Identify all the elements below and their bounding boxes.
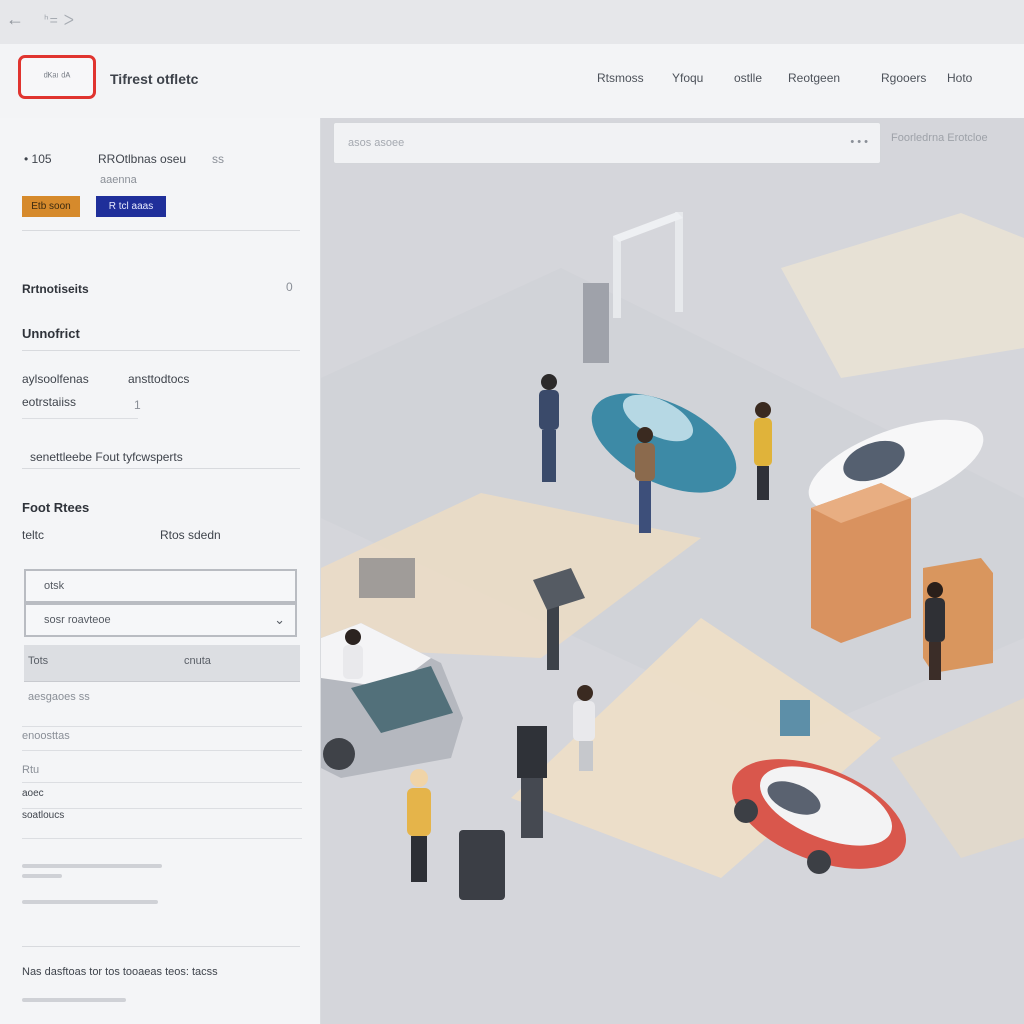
more-options-icon[interactable]: • • • — [850, 136, 868, 148]
parking-scene-illustration — [321, 118, 1024, 1024]
summary-label: Tots — [28, 655, 49, 667]
price-label: teltc — [22, 528, 45, 542]
divider — [22, 838, 302, 839]
divider — [22, 750, 302, 751]
section-title: Rrtnotiseits — [22, 282, 89, 296]
nav-item[interactable]: Reotgeen — [788, 71, 840, 85]
list-item[interactable]: Rtu — [22, 764, 39, 776]
meta-title: RROtlbnas oseu — [98, 152, 187, 166]
footer-text: Nas dasftoas tor tos tooaeas teos: tacss — [22, 966, 218, 978]
divider — [22, 230, 300, 231]
divider — [22, 468, 300, 469]
app-header: ᵈᴷᵃᶦ ᵈᴬ Tifrest otfletc Rtsmoss Yfoqu os… — [0, 44, 1024, 119]
info-label: eotrstaiiss — [22, 395, 77, 409]
price-value: Rtos sdedn — [160, 528, 221, 542]
section-title: Unnofrict — [22, 326, 80, 341]
section-title: Foot Rtees — [22, 500, 90, 515]
divider — [22, 946, 300, 947]
browser-title: ᑋ= ᐳ — [44, 12, 75, 28]
blue-action-button[interactable]: R tcl aaas — [96, 196, 166, 217]
nav-item[interactable]: ostlle — [734, 71, 762, 85]
info-value: 1 — [134, 398, 141, 412]
summary-row[interactable]: Tots cnuta — [24, 645, 300, 682]
summary-value: cnuta — [184, 655, 211, 667]
info-label: aylsoolfenas — [22, 372, 89, 386]
list-item[interactable]: aoec — [22, 788, 44, 799]
divider — [22, 808, 302, 809]
meta-left: • 105 — [24, 152, 52, 166]
main-scene: asos asoee • • • Foorledrna Erotcloe — [321, 118, 1024, 1024]
search-placeholder: asos asoee — [348, 137, 405, 149]
divider — [22, 418, 138, 419]
details-link[interactable]: senettleebe Fout tyfcwsperts — [30, 450, 183, 464]
search-input[interactable]: asos asoee • • • — [333, 122, 881, 164]
info-value: ansttodtocs — [128, 372, 190, 386]
placeholder-bar — [22, 874, 62, 878]
scene-caption: Foorledrna Erotcloe — [891, 132, 988, 144]
list-item[interactable]: enoosttas — [22, 730, 70, 742]
meta-subtitle: aaenna — [100, 174, 137, 186]
nav-item[interactable]: Rtsmoss — [597, 71, 644, 85]
text-input-field[interactable]: otsk — [24, 569, 297, 603]
app-title: Tifrest otfletc — [110, 71, 199, 87]
divider — [22, 350, 300, 351]
logo-button[interactable]: ᵈᴷᵃᶦ ᵈᴬ — [18, 55, 96, 99]
orange-action-button[interactable]: Etb soon — [22, 196, 80, 217]
meta-suffix: ss — [212, 152, 224, 166]
back-arrow-icon[interactable]: ← — [6, 10, 24, 28]
placeholder-bar — [22, 998, 126, 1002]
list-item[interactable]: soatloucs — [22, 810, 64, 821]
placeholder-bar — [22, 900, 158, 904]
section-count: 0 — [286, 280, 293, 294]
select-value: sosr roavteoe — [44, 614, 111, 626]
nav-item[interactable]: Yfoqu — [672, 71, 703, 85]
select-field[interactable]: sosr roavteoe ⌄ — [24, 603, 297, 637]
browser-topbar: ← ᑋ= ᐳ — [0, 0, 1024, 45]
divider — [22, 726, 302, 727]
small-note: aesgaoes ss — [28, 691, 90, 703]
nav-item[interactable]: Hoto — [947, 71, 972, 85]
placeholder-bar — [22, 864, 162, 868]
nav-item[interactable]: Rgooers — [881, 71, 926, 85]
sidebar: • 105 RROtlbnas oseu ss aaenna Etb soon … — [0, 118, 321, 1024]
divider — [22, 782, 302, 783]
input-value: otsk — [44, 580, 65, 592]
chevron-down-icon: ⌄ — [274, 612, 285, 627]
